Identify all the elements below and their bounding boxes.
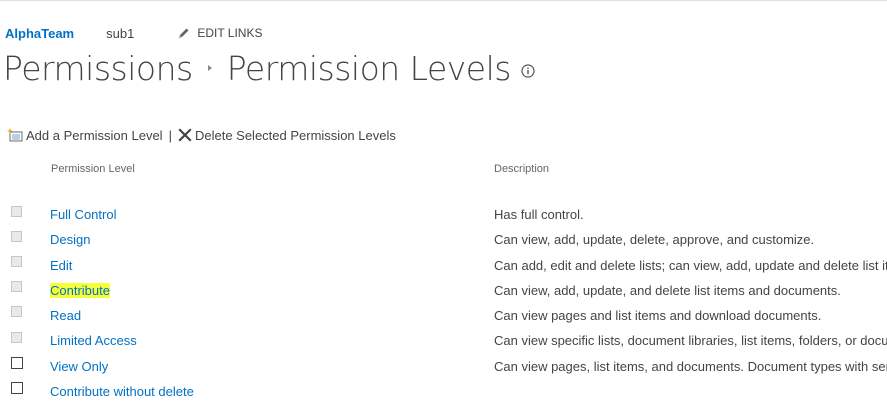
info-icon[interactable] (521, 64, 535, 78)
delete-permission-levels-button[interactable]: Delete Selected Permission Levels (178, 128, 396, 143)
table-row: Contribute Can view, add, update, and de… (0, 279, 887, 301)
top-border (0, 0, 887, 1)
toolbar-separator: | (168, 127, 172, 143)
permission-level-description: Can add, edit and delete lists; can view… (494, 258, 887, 273)
table-row: Design Can view, add, update, delete, ap… (0, 229, 887, 251)
pencil-icon (178, 27, 197, 39)
row-checkbox[interactable] (11, 382, 23, 394)
row-checkbox[interactable] (11, 231, 22, 242)
permission-level-link[interactable]: Full Control (50, 207, 116, 222)
permission-level-link[interactable]: View Only (50, 359, 108, 374)
delete-x-icon (178, 128, 195, 142)
row-checkbox[interactable] (11, 332, 22, 343)
table-row: View Only Can view pages, list items, an… (0, 355, 887, 377)
row-checkbox[interactable] (11, 357, 23, 369)
site-link[interactable]: AlphaTeam (5, 26, 74, 41)
permission-level-description: Has full control. (494, 207, 584, 222)
permission-level-description: Can view specific lists, document librar… (494, 333, 887, 348)
subsite-link[interactable]: sub1 (106, 26, 134, 41)
permission-level-description: Can view pages and list items and downlo… (494, 308, 822, 323)
top-link-bar: AlphaTeam sub1 EDIT LINKS (5, 24, 262, 42)
table-row: Edit Can add, edit and delete lists; can… (0, 254, 887, 276)
column-header-description: Description (494, 163, 550, 175)
toolbar: Add a Permission Level | Delete Selected… (7, 125, 396, 145)
row-checkbox[interactable] (11, 256, 22, 267)
delete-permission-levels-label: Delete Selected Permission Levels (194, 127, 396, 143)
breadcrumb-current: Permission Levels (226, 48, 512, 88)
permission-level-link[interactable]: Design (50, 232, 90, 247)
column-header-permission-level[interactable]: Permission Level (51, 163, 135, 175)
permission-level-link[interactable]: Edit (50, 258, 72, 273)
edit-links-label: EDIT LINKS (197, 26, 263, 40)
page-title: Permissions Permission Levels (3, 44, 535, 92)
add-permission-level-icon (7, 128, 26, 142)
permission-level-link[interactable]: Read (50, 308, 81, 323)
permission-level-link-highlighted[interactable]: Contribute (50, 283, 110, 298)
permission-level-link[interactable]: Contribute without delete (50, 384, 194, 399)
permission-level-description: Can view, add, update, and delete list i… (494, 283, 841, 298)
add-permission-level-button[interactable]: Add a Permission Level (7, 128, 163, 143)
permission-level-description: Can view, add, update, delete, approve, … (494, 232, 815, 247)
table-row: Contribute without delete (0, 380, 887, 402)
add-permission-level-label: Add a Permission Level (26, 127, 163, 143)
row-checkbox[interactable] (11, 281, 22, 292)
edit-links-button[interactable]: EDIT LINKS (178, 26, 262, 40)
row-checkbox[interactable] (11, 206, 22, 217)
permission-level-link[interactable]: Limited Access (50, 333, 137, 348)
row-checkbox[interactable] (11, 306, 22, 317)
table-row: Full Control Has full control. (0, 204, 887, 226)
breadcrumb-permissions-link[interactable]: Permissions (3, 49, 193, 88)
triangle-right-icon (207, 44, 213, 92)
table-row: Limited Access Can view specific lists, … (0, 329, 887, 351)
table-row: Read Can view pages and list items and d… (0, 304, 887, 326)
permission-level-description: Can view pages, list items, and document… (494, 359, 887, 374)
